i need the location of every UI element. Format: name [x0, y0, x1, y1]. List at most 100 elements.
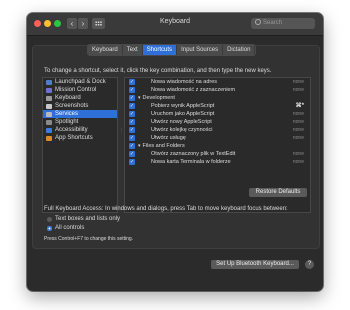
category-label: Accessibility [55, 127, 88, 133]
shortcut-row[interactable]: ✓ Uruchom jako AppleScript none [125, 110, 310, 118]
category-item[interactable]: Screenshots [43, 102, 117, 110]
shortcut-label: Pobierz wynik AppleScript [151, 102, 214, 110]
title-bar: ‹ › Keyboard Search [27, 13, 323, 36]
shortcut-checkbox[interactable]: ✓ [129, 143, 135, 149]
search-icon [255, 19, 261, 25]
shortcut-label-text: Utwórz nowy AppleScript [151, 119, 212, 125]
shortcut-checkbox[interactable]: ✓ [129, 151, 135, 157]
shortcut-label: Nowa karta Terminala w folderze [151, 158, 231, 166]
shortcut-label-text: Pobierz wynik AppleScript [151, 103, 215, 109]
shortcut-row[interactable]: ✓ Pobierz wynik AppleScript ⌘* [125, 102, 310, 110]
shortcut-key[interactable]: none [293, 134, 304, 142]
mission-control-icon [46, 87, 52, 93]
gear-icon [46, 111, 52, 117]
shortcut-checkbox[interactable]: ✓ [129, 111, 135, 117]
split-handle[interactable]: ⋮ [119, 128, 124, 134]
help-button[interactable]: ? [305, 260, 314, 269]
keyboard-icon [46, 95, 52, 101]
spotlight-icon [46, 119, 52, 125]
shortcut-row[interactable]: ✓ ▾ Files and Folders [125, 142, 310, 150]
tab-bar: Keyboard Text Shortcuts Input Sources Dictat… [87, 44, 257, 56]
radio-all-controls-label: All controls [55, 225, 85, 231]
category-item[interactable]: Launchpad & Dock [43, 78, 117, 86]
category-label: Keyboard [55, 95, 81, 101]
bluetooth-keyboard-button[interactable]: Set Up Bluetooth Keyboard... [211, 260, 299, 269]
shortcut-row[interactable]: ✓ Nowa wiadomość na adres none [125, 78, 310, 86]
hint-text: Press Control+F7 to change this setting. [44, 236, 134, 242]
category-label: Screenshots [55, 103, 89, 109]
category-label: Launchpad & Dock [55, 79, 106, 85]
disclosure-triangle-icon[interactable]: ▾ [138, 143, 141, 149]
tab-text[interactable]: Text [122, 45, 143, 55]
tab-keyboard[interactable]: Keyboard [88, 45, 123, 55]
shortcut-row[interactable]: ✓ Utwórz nowy AppleScript none [125, 118, 310, 126]
tab-shortcuts[interactable]: Shortcuts [142, 45, 178, 55]
shortcut-key[interactable]: ⌘* [296, 102, 304, 110]
shortcut-key[interactable]: none [293, 126, 304, 134]
shortcut-label-text: Uruchom jako AppleScript [151, 111, 215, 117]
category-label: Mission Control [55, 87, 97, 93]
category-label: Services [55, 111, 79, 117]
shortcut-key[interactable]: none [293, 86, 304, 94]
shortcut-key[interactable]: none [293, 78, 304, 86]
disclosure-triangle-icon[interactable]: ▾ [138, 95, 141, 101]
shortcut-label-text: Files and Folders [142, 143, 185, 149]
category-item[interactable]: Services [43, 110, 117, 118]
shortcut-checkbox[interactable]: ✓ [129, 135, 135, 141]
shortcut-label: Utwórz usługę [151, 134, 186, 142]
shortcut-row[interactable]: ✓ Nowa wiadomość z zaznaczeniem none [125, 86, 310, 94]
shortcut-label-text: Nowa wiadomość z zaznaczeniem [151, 87, 236, 93]
shortcut-key[interactable]: none [293, 158, 304, 166]
category-item[interactable]: Accessibility [43, 126, 117, 134]
shortcut-row[interactable]: ✓ ▾ Development [125, 94, 310, 102]
restore-defaults-button[interactable]: Restore Defaults [249, 188, 307, 197]
shortcut-checkbox[interactable]: ✓ [129, 103, 135, 109]
shortcut-label: Utwórz kolejkę czynności [151, 126, 212, 134]
shortcut-label: Uruchom jako AppleScript [151, 110, 214, 118]
shortcut-key[interactable]: none [293, 118, 304, 126]
category-item[interactable]: Keyboard [43, 94, 117, 102]
shortcut-label-text: Nowa karta Terminala w folderze [151, 159, 231, 165]
search-input[interactable]: Search [251, 18, 315, 29]
shortcut-key[interactable]: none [293, 150, 304, 158]
shortcut-label: Nowa wiadomość z zaznaczeniem [151, 86, 235, 94]
shortcut-row[interactable]: ✓ Utwórz kolejkę czynności none [125, 126, 310, 134]
screenshot-icon [46, 103, 52, 109]
shortcut-key[interactable]: none [293, 110, 304, 118]
radio-text-boxes[interactable] [47, 217, 52, 222]
shortcut-row[interactable]: ✓ Utwórz usługę none [125, 134, 310, 142]
app-shortcuts-icon [46, 135, 52, 141]
shortcut-checkbox[interactable]: ✓ [129, 159, 135, 165]
accessibility-icon [46, 127, 52, 133]
full-keyboard-access-label: Full Keyboard Access: In windows and dia… [44, 206, 288, 212]
shortcut-checkbox[interactable]: ✓ [129, 95, 135, 101]
launchpad-icon [46, 79, 52, 85]
shortcut-label-text: Utwórz usługę [151, 135, 186, 141]
shortcut-label-text: Development [142, 95, 175, 101]
search-placeholder: Search [263, 20, 283, 26]
category-label: Spotlight [55, 119, 79, 125]
shortcut-checkbox[interactable]: ✓ [129, 119, 135, 125]
shortcut-label: Utwórz nowy AppleScript [151, 118, 212, 126]
radio-text-boxes-label: Text boxes and lists only [55, 216, 121, 222]
shortcut-row[interactable]: ✓ Otwórz zaznaczony plik w TextEdit none [125, 150, 310, 158]
category-item[interactable]: Spotlight [43, 118, 117, 126]
shortcut-group-label: ▾ Files and Folders [138, 142, 185, 150]
shortcut-label-text: Utwórz kolejkę czynności [151, 127, 213, 133]
category-list[interactable]: Launchpad & Dock Mission Control Keyboard S… [42, 77, 118, 213]
category-item[interactable]: Mission Control [43, 86, 117, 94]
shortcut-label-text: Otwórz zaznaczony plik w TextEdit [151, 151, 236, 157]
category-item[interactable]: App Shortcuts [43, 134, 117, 142]
instruction-text: To change a shortcut, select it, click t… [44, 68, 272, 74]
shortcut-group-label: ▾ Development [138, 94, 175, 102]
shortcut-label: Nowa wiadomość na adres [151, 78, 217, 86]
tab-dictation[interactable]: Dictation [223, 45, 256, 55]
shortcut-row[interactable]: ✓ Nowa karta Terminala w folderze none [125, 158, 310, 166]
shortcut-checkbox[interactable]: ✓ [129, 127, 135, 133]
tab-input-sources[interactable]: Input Sources [177, 45, 224, 55]
category-label: App Shortcuts [55, 135, 93, 141]
shortcut-checkbox[interactable]: ✓ [129, 87, 135, 93]
radio-all-controls[interactable] [47, 226, 52, 231]
shortcut-checkbox[interactable]: ✓ [129, 79, 135, 85]
shortcut-label-text: Nowa wiadomość na adres [151, 79, 218, 85]
